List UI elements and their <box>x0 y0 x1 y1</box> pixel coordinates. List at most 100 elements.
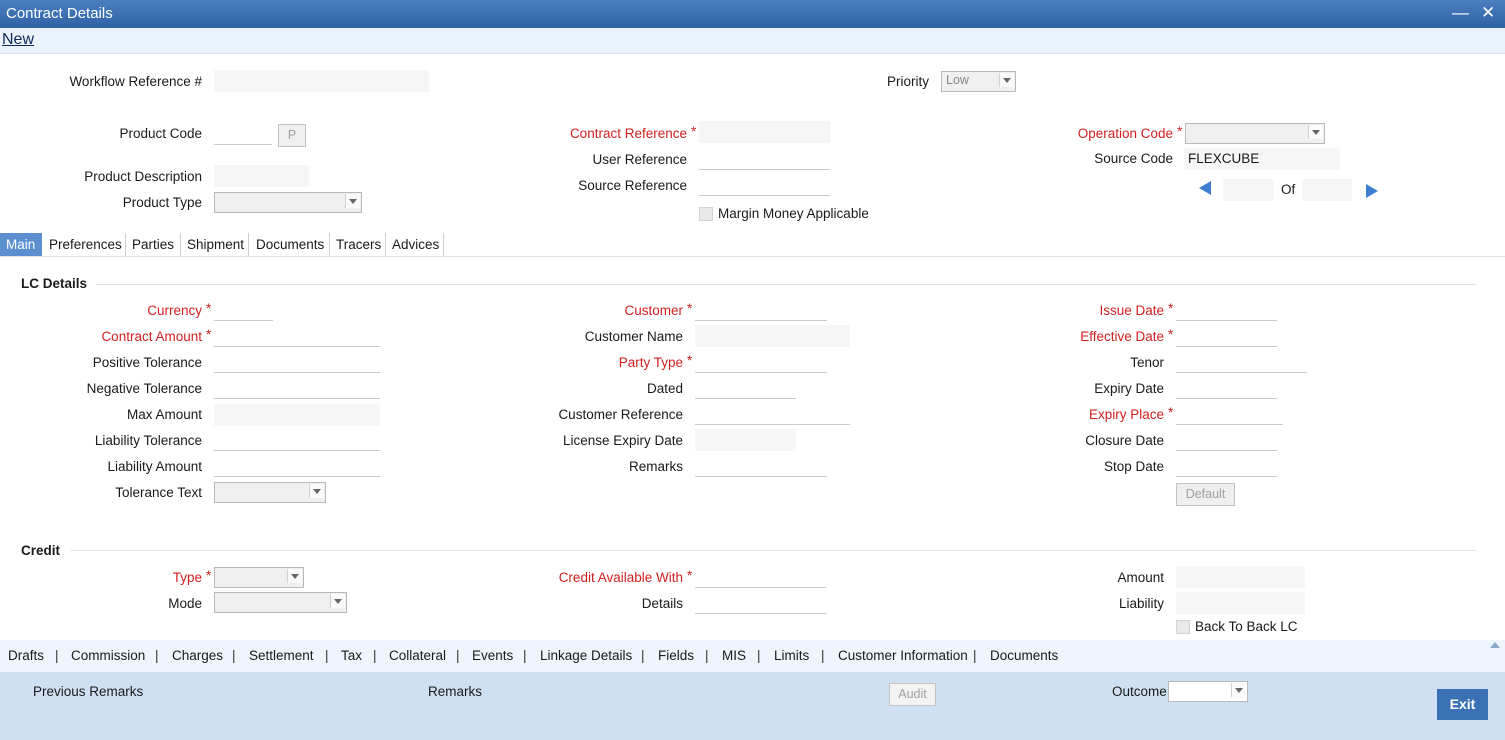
product-description-field[interactable] <box>214 165 309 187</box>
contract-amount-field[interactable] <box>214 326 380 347</box>
link-limits[interactable]: Limits <box>774 648 809 663</box>
expiry-place-field[interactable] <box>1176 404 1283 425</box>
tolerance-text-label: Tolerance Text <box>115 485 202 500</box>
stop-date-field[interactable] <box>1176 456 1277 477</box>
tab-advices[interactable]: Advices <box>386 233 445 256</box>
window-title: Contract Details <box>6 5 113 22</box>
liability-tolerance-field[interactable] <box>214 430 380 451</box>
close-icon[interactable]: ✕ <box>1481 3 1495 23</box>
audit-button[interactable]: Audit <box>889 683 936 706</box>
credit-available-with-field[interactable] <box>695 567 826 588</box>
license-expiry-date-field[interactable] <box>695 429 796 451</box>
positive-tolerance-label: Positive Tolerance <box>92 355 202 370</box>
margin-money-checkbox[interactable] <box>699 207 713 221</box>
source-code-field[interactable]: FLEXCUBE <box>1184 148 1340 170</box>
required-icon: * <box>687 568 693 583</box>
customer-field[interactable] <box>695 300 827 321</box>
tab-shipment[interactable]: Shipment <box>181 233 250 256</box>
effective-date-field[interactable] <box>1176 326 1277 347</box>
source-code-label: Source Code <box>1094 151 1173 166</box>
chevron-down-icon <box>330 594 345 608</box>
product-type-select[interactable] <box>214 192 362 213</box>
link-linkage-details[interactable]: Linkage Details <box>540 648 632 663</box>
default-button[interactable]: Default <box>1176 483 1235 506</box>
workflow-reference-field[interactable] <box>214 70 429 92</box>
contract-amount-label: Contract Amount <box>101 329 202 344</box>
tolerance-text-select[interactable] <box>214 482 326 503</box>
next-record-icon[interactable] <box>1366 184 1378 198</box>
dated-field[interactable] <box>695 378 796 399</box>
product-code-field[interactable] <box>214 124 272 145</box>
max-amount-label: Max Amount <box>126 407 202 422</box>
required-icon: * <box>687 353 693 368</box>
chevron-down-icon <box>999 73 1014 87</box>
operation-code-select[interactable] <box>1185 123 1325 144</box>
credit-available-with-label: Credit Available With <box>558 570 683 585</box>
section-divider <box>70 550 1476 551</box>
new-link[interactable]: New <box>2 31 34 49</box>
back-to-back-lc-checkbox[interactable] <box>1176 620 1190 634</box>
tab-tracers[interactable]: Tracers <box>330 233 387 256</box>
positive-tolerance-field[interactable] <box>214 352 380 373</box>
link-commission[interactable]: Commission <box>71 648 145 663</box>
tab-preferences[interactable]: Preferences <box>43 233 128 256</box>
total-records-field[interactable] <box>1302 179 1352 201</box>
credit-details-label: Details <box>641 596 683 611</box>
source-reference-field[interactable] <box>699 175 830 196</box>
previous-record-icon[interactable] <box>1199 181 1211 195</box>
tab-documents[interactable]: Documents <box>250 233 330 256</box>
link-separator: | <box>55 648 59 663</box>
link-mis[interactable]: MIS <box>722 648 746 663</box>
link-customer-information[interactable]: Customer Information <box>838 648 968 663</box>
negative-tolerance-field[interactable] <box>214 378 380 399</box>
link-fields[interactable]: Fields <box>658 648 694 663</box>
tab-main[interactable]: Main <box>0 233 41 256</box>
link-events[interactable]: Events <box>472 648 513 663</box>
credit-type-select[interactable] <box>214 567 304 588</box>
link-documents[interactable]: Documents <box>990 648 1058 663</box>
current-record-field[interactable] <box>1223 179 1274 201</box>
product-description-label: Product Description <box>84 169 202 184</box>
link-tax[interactable]: Tax <box>341 648 362 663</box>
max-amount-field[interactable] <box>214 404 380 426</box>
product-code-lookup-button[interactable]: P <box>278 124 306 147</box>
user-reference-field[interactable] <box>699 149 830 170</box>
credit-amount-field[interactable] <box>1176 566 1305 588</box>
liability-amount-field[interactable] <box>214 456 380 477</box>
credit-mode-select[interactable] <box>214 592 347 613</box>
contract-reference-field[interactable] <box>699 121 830 143</box>
collapse-icon[interactable] <box>1490 642 1500 648</box>
tab-parties[interactable]: Parties <box>126 233 180 256</box>
link-settlement[interactable]: Settlement <box>249 648 314 663</box>
currency-field[interactable] <box>214 300 273 321</box>
tenor-field[interactable] <box>1176 352 1307 373</box>
link-charges[interactable]: Charges <box>172 648 223 663</box>
of-label: Of <box>1281 182 1296 197</box>
party-type-label: Party Type <box>618 355 683 370</box>
expiry-place-label: Expiry Place <box>1088 407 1164 422</box>
expiry-date-field[interactable] <box>1176 378 1277 399</box>
link-drafts[interactable]: Drafts <box>8 648 44 663</box>
party-type-field[interactable] <box>695 352 827 373</box>
required-icon: * <box>1168 301 1174 316</box>
issue-date-field[interactable] <box>1176 300 1277 321</box>
credit-details-field[interactable] <box>695 593 826 614</box>
priority-select[interactable]: Low <box>941 71 1016 92</box>
credit-liability-field[interactable] <box>1176 592 1305 614</box>
outcome-select[interactable] <box>1168 681 1248 702</box>
closure-date-field[interactable] <box>1176 430 1277 451</box>
remarks-field[interactable] <box>695 456 827 477</box>
liability-tolerance-label: Liability Tolerance <box>94 433 202 448</box>
customer-name-field[interactable] <box>695 325 850 347</box>
stop-date-label: Stop Date <box>1103 459 1164 474</box>
link-collateral[interactable]: Collateral <box>389 648 446 663</box>
link-separator: | <box>821 648 825 663</box>
credit-mode-label: Mode <box>168 596 202 611</box>
effective-date-label: Effective Date <box>1080 329 1164 344</box>
exit-button[interactable]: Exit <box>1437 689 1488 720</box>
source-code-value: FLEXCUBE <box>1188 151 1260 166</box>
customer-reference-field[interactable] <box>695 404 850 425</box>
minimize-icon[interactable]: — <box>1452 3 1469 23</box>
tab-divider <box>248 233 249 256</box>
tab-underline <box>0 256 1505 257</box>
